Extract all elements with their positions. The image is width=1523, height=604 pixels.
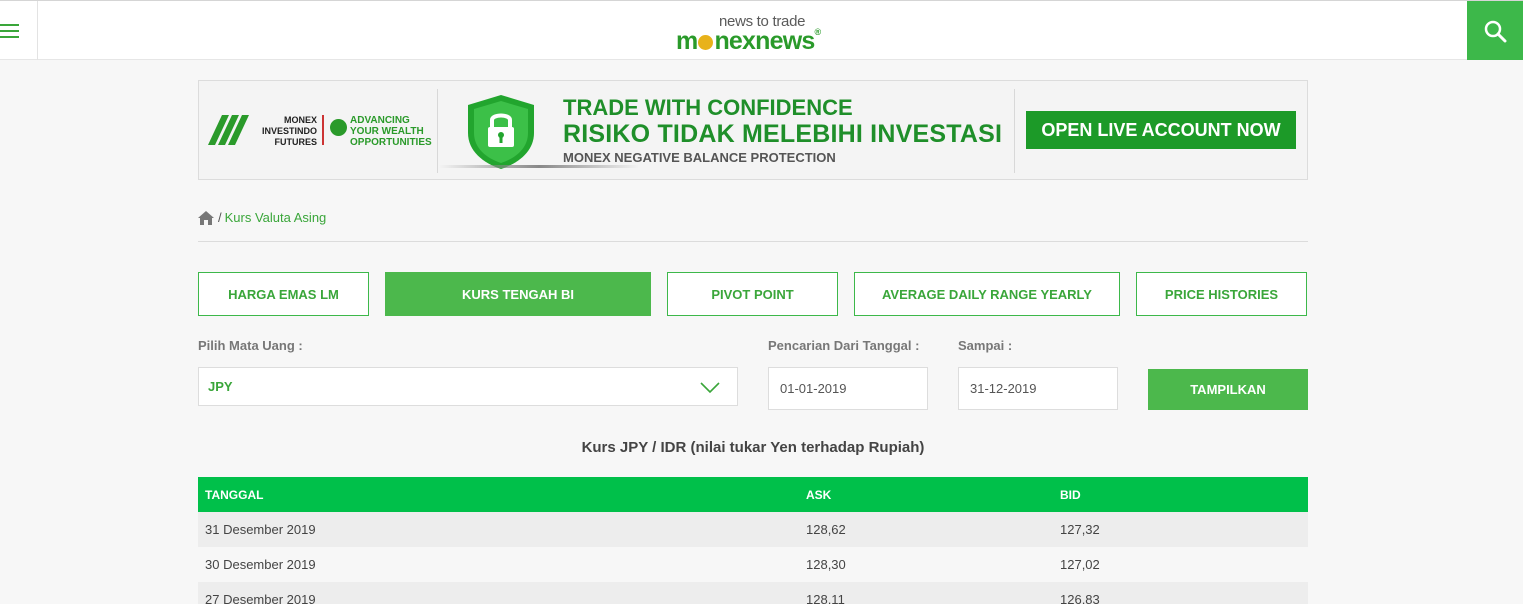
- banner-subheadline: RISIKO TIDAK MELEBIHI INVESTASI: [563, 120, 1003, 148]
- promo-banner[interactable]: MONEX INVESTINDO FUTURES ADVANCING YOUR …: [198, 80, 1308, 180]
- open-live-account-button[interactable]: OPEN LIVE ACCOUNT NOW: [1026, 111, 1296, 149]
- table-row: 27 Desember 2019 128,11 126,83: [198, 582, 1308, 604]
- exchange-rate-table: TANGGAL ASK BID 31 Desember 2019 128,62 …: [198, 477, 1308, 604]
- to-date-input[interactable]: 31-12-2019: [958, 367, 1118, 410]
- breadcrumb-separator: /: [218, 210, 222, 225]
- monex-brand-block: MONEX INVESTINDO FUTURES ADVANCING YOUR …: [208, 111, 432, 151]
- slogan-line1: ADVANCING: [350, 115, 410, 126]
- tab-price-histories[interactable]: PRICE HISTORIES: [1136, 272, 1307, 316]
- slogan: ADVANCING YOUR WEALTH OPPORTUNITIES: [350, 115, 432, 148]
- cell-bid: 126,83: [1060, 592, 1100, 604]
- table-row: 31 Desember 2019 128,62 127,32: [198, 512, 1308, 547]
- cell-date: 30 Desember 2019: [205, 557, 316, 572]
- slogan-line3: OPPORTUNITIES: [350, 137, 432, 148]
- banner-swoosh: [439, 165, 639, 168]
- table-caption: Kurs JPY / IDR (nilai tukar Yen terhadap…: [581, 439, 925, 456]
- monex-logo-icon: [208, 115, 249, 145]
- chevron-down-icon: [700, 382, 720, 394]
- search-icon: [1484, 20, 1507, 42]
- cell-ask: 128,62: [806, 522, 846, 537]
- logo-brand: m nexnews®: [676, 27, 821, 56]
- from-date-label: Pencarian Dari Tanggal :: [768, 338, 920, 353]
- table-row: 30 Desember 2019 128,30 127,02: [198, 547, 1308, 582]
- company-name: MONEX INVESTINDO FUTURES: [255, 115, 317, 148]
- logo-brand-prefix: m: [676, 27, 698, 55]
- tab-pivot-point[interactable]: PIVOT POINT: [667, 272, 838, 316]
- banner-tagline: MONEX NEGATIVE BALANCE PROTECTION: [563, 150, 836, 165]
- hamburger-icon-line: [0, 35, 19, 38]
- breadcrumb-current[interactable]: Kurs Valuta Asing: [225, 210, 327, 225]
- search-button[interactable]: [1467, 1, 1523, 60]
- company-line2: INVESTINDO: [261, 126, 317, 136]
- tampilkan-button[interactable]: TAMPILKAN: [1148, 369, 1308, 410]
- hamburger-icon-line: [0, 29, 19, 32]
- tab-average-daily-range-yearly[interactable]: AVERAGE DAILY RANGE YEARLY: [854, 272, 1120, 316]
- column-header-ask: ASK: [806, 487, 832, 502]
- breadcrumb: / Kurs Valuta Asing: [198, 210, 326, 225]
- hamburger-icon: [0, 23, 19, 26]
- hamburger-menu-button[interactable]: [0, 1, 38, 60]
- to-date-label: Sampai :: [958, 338, 1013, 353]
- table-header: TANGGAL ASK BID: [198, 477, 1308, 512]
- banner-headline: TRADE WITH CONFIDENCE: [563, 95, 853, 120]
- banner-divider: [1014, 89, 1015, 173]
- cell-ask: 128,30: [806, 557, 846, 572]
- logo-brand-suffix: nexnews: [714, 27, 815, 55]
- logo-coin-icon: [698, 35, 714, 50]
- column-header-bid: BID: [1060, 487, 1081, 502]
- from-date-input[interactable]: 01-01-2019: [768, 367, 928, 410]
- tab-kurs-tengah-bi[interactable]: KURS TENGAH BI: [385, 272, 651, 316]
- shield-lock-icon: [468, 95, 534, 169]
- company-line3: FUTURES: [274, 137, 318, 147]
- slogan-line2: YOUR WEALTH: [350, 126, 424, 137]
- site-logo[interactable]: news to trade m nexnews®: [676, 11, 836, 56]
- breadcrumb-divider: [198, 241, 1308, 242]
- cell-bid: 127,02: [1060, 557, 1100, 572]
- home-icon[interactable]: [198, 210, 214, 225]
- logo-registered-mark: ®: [814, 27, 821, 37]
- cell-date: 27 Desember 2019: [205, 592, 316, 604]
- brand-divider: [322, 115, 324, 145]
- cell-bid: 127,32: [1060, 522, 1100, 537]
- currency-label: Pilih Mata Uang :: [198, 338, 303, 353]
- banner-divider: [437, 89, 438, 173]
- column-header-tanggal: TANGGAL: [205, 487, 264, 502]
- currency-select-value: JPY: [208, 379, 233, 394]
- top-navbar: news to trade m nexnews®: [0, 0, 1523, 60]
- globe-icon: [330, 119, 347, 136]
- tab-harga-emas-lm[interactable]: HARGA EMAS LM: [198, 272, 369, 316]
- cell-ask: 128,11: [806, 592, 845, 604]
- company-line1: MONEX: [283, 115, 317, 125]
- cell-date: 31 Desember 2019: [205, 522, 316, 537]
- currency-select[interactable]: JPY: [198, 367, 738, 406]
